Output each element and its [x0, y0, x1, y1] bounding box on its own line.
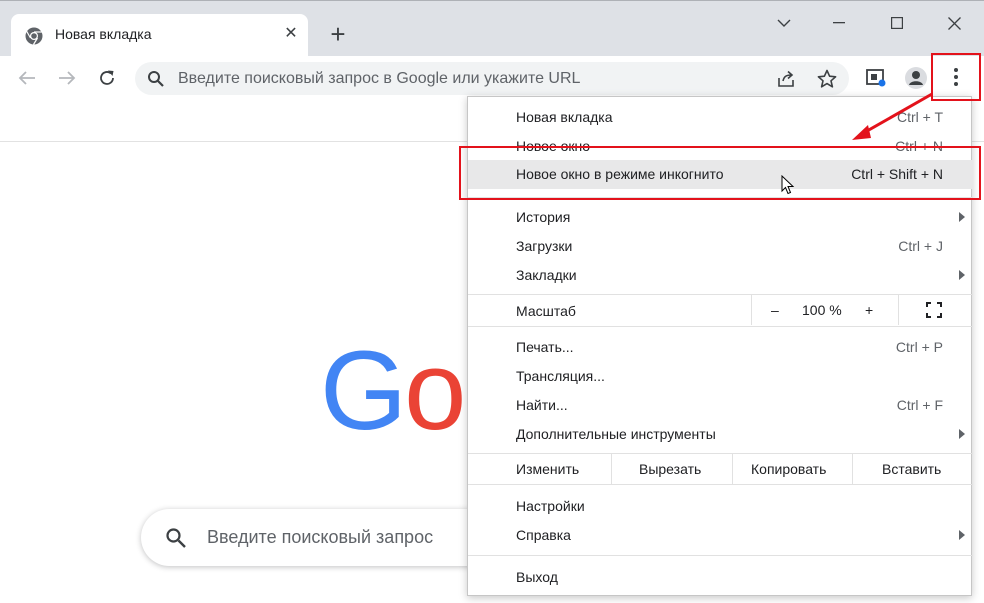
minimize-icon	[833, 22, 845, 24]
menu-separator	[468, 453, 973, 454]
menu-separator	[468, 555, 973, 556]
menu-item-label: Справка	[516, 527, 571, 543]
submenu-arrow-icon	[959, 212, 965, 222]
reload-icon	[100, 70, 114, 85]
tab-title: Новая вкладка	[55, 26, 152, 42]
menu-item-label: Выход	[516, 569, 558, 585]
menu-item-label: Загрузки	[516, 238, 573, 254]
edit-divider	[732, 454, 733, 484]
paste-button[interactable]: Вставить	[882, 461, 941, 477]
menu-item-label: Дополнительные инструменты	[516, 426, 716, 442]
menu-item-settings[interactable]: Настройки	[468, 492, 973, 520]
maximize-button[interactable]	[877, 9, 917, 37]
reload-button[interactable]	[92, 63, 122, 93]
copy-button[interactable]: Копировать	[751, 461, 826, 477]
omnibox[interactable]: Введите поисковый запрос в Google или ук…	[135, 62, 849, 95]
annotation-highlight-incognito	[459, 146, 981, 200]
fullscreen-icon[interactable]	[926, 302, 942, 318]
menu-item-label: Масштаб	[516, 303, 576, 319]
menu-item-shortcut: Ctrl + P	[895, 339, 943, 355]
search-icon	[166, 528, 186, 548]
menu-item-more-tools[interactable]: Дополнительные инструменты	[468, 420, 973, 448]
extension-icon	[866, 69, 886, 87]
edit-divider	[852, 454, 853, 484]
share-icon[interactable]	[775, 68, 797, 90]
tab-strip: Новая вкладка ✕ +	[0, 0, 984, 57]
menu-item-cast[interactable]: Трансляция...	[468, 362, 973, 390]
chrome-icon	[25, 27, 43, 45]
menu-item-print[interactable]: Печать... Ctrl + P	[468, 333, 973, 361]
zoom-divider	[898, 295, 899, 325]
omnibox-placeholder: Введите поисковый запрос в Google или ук…	[178, 70, 581, 87]
menu-item-label: Найти...	[516, 397, 568, 413]
menu-item-label: Трансляция...	[516, 368, 605, 384]
menu-item-label: Закладки	[516, 267, 577, 283]
menu-item-help[interactable]: Справка	[468, 521, 973, 549]
tab-new-tab[interactable]: Новая вкладка ✕	[11, 14, 308, 57]
submenu-arrow-icon	[959, 429, 965, 439]
browser-window: Новая вкладка ✕ + Введите поисковый запр…	[0, 0, 984, 603]
arrow-right-icon	[59, 71, 76, 85]
close-icon	[947, 16, 961, 30]
submenu-arrow-icon	[959, 270, 965, 280]
menu-item-exit[interactable]: Выход	[468, 563, 973, 591]
submenu-arrow-icon	[959, 530, 965, 540]
arrow-left-icon	[18, 71, 35, 85]
menu-separator	[468, 326, 973, 327]
minimize-button[interactable]	[819, 9, 859, 37]
annotation-arrow-icon	[852, 92, 933, 140]
menu-item-label: Новая вкладка	[516, 109, 613, 125]
profile-button[interactable]	[902, 64, 930, 92]
menu-item-shortcut: Ctrl + J	[898, 238, 943, 254]
tab-close-icon[interactable]: ✕	[279, 22, 303, 46]
close-window-button[interactable]	[934, 9, 974, 37]
back-button[interactable]	[12, 63, 42, 93]
menu-item-label: Печать...	[516, 339, 574, 355]
maximize-icon	[891, 17, 903, 29]
menu-edit-label: Изменить	[516, 461, 580, 477]
zoom-out-button[interactable]: –	[771, 302, 779, 318]
zoom-level: 100 %	[802, 302, 842, 318]
page-search-placeholder: Введите поисковый запрос	[207, 527, 434, 547]
menu-separator	[468, 484, 973, 485]
google-logo: Go	[320, 335, 466, 447]
edit-divider	[611, 454, 612, 484]
zoom-in-button[interactable]: +	[865, 302, 873, 318]
menu-item-label: История	[516, 209, 571, 225]
menu-item-history[interactable]: История	[468, 203, 973, 231]
google-logo-letter-o: o	[404, 328, 466, 453]
search-icon	[148, 71, 164, 87]
zoom-divider	[751, 295, 752, 325]
tab-search-button[interactable]	[764, 9, 804, 37]
star-icon[interactable]	[816, 68, 838, 90]
extension-button[interactable]	[862, 64, 890, 92]
google-logo-letter-g: G	[320, 328, 407, 453]
menu-item-bookmarks[interactable]: Закладки	[468, 261, 973, 289]
forward-button[interactable]	[52, 63, 82, 93]
menu-item-downloads[interactable]: Загрузки Ctrl + J	[468, 232, 973, 260]
cut-button[interactable]: Вырезать	[639, 461, 701, 477]
avatar-icon	[905, 67, 927, 89]
menu-item-label: Настройки	[516, 498, 585, 514]
menu-item-shortcut: Ctrl + F	[896, 397, 943, 413]
menu-item-find[interactable]: Найти... Ctrl + F	[468, 391, 973, 419]
chevron-down-icon	[777, 19, 791, 27]
new-tab-button[interactable]: +	[322, 21, 354, 49]
